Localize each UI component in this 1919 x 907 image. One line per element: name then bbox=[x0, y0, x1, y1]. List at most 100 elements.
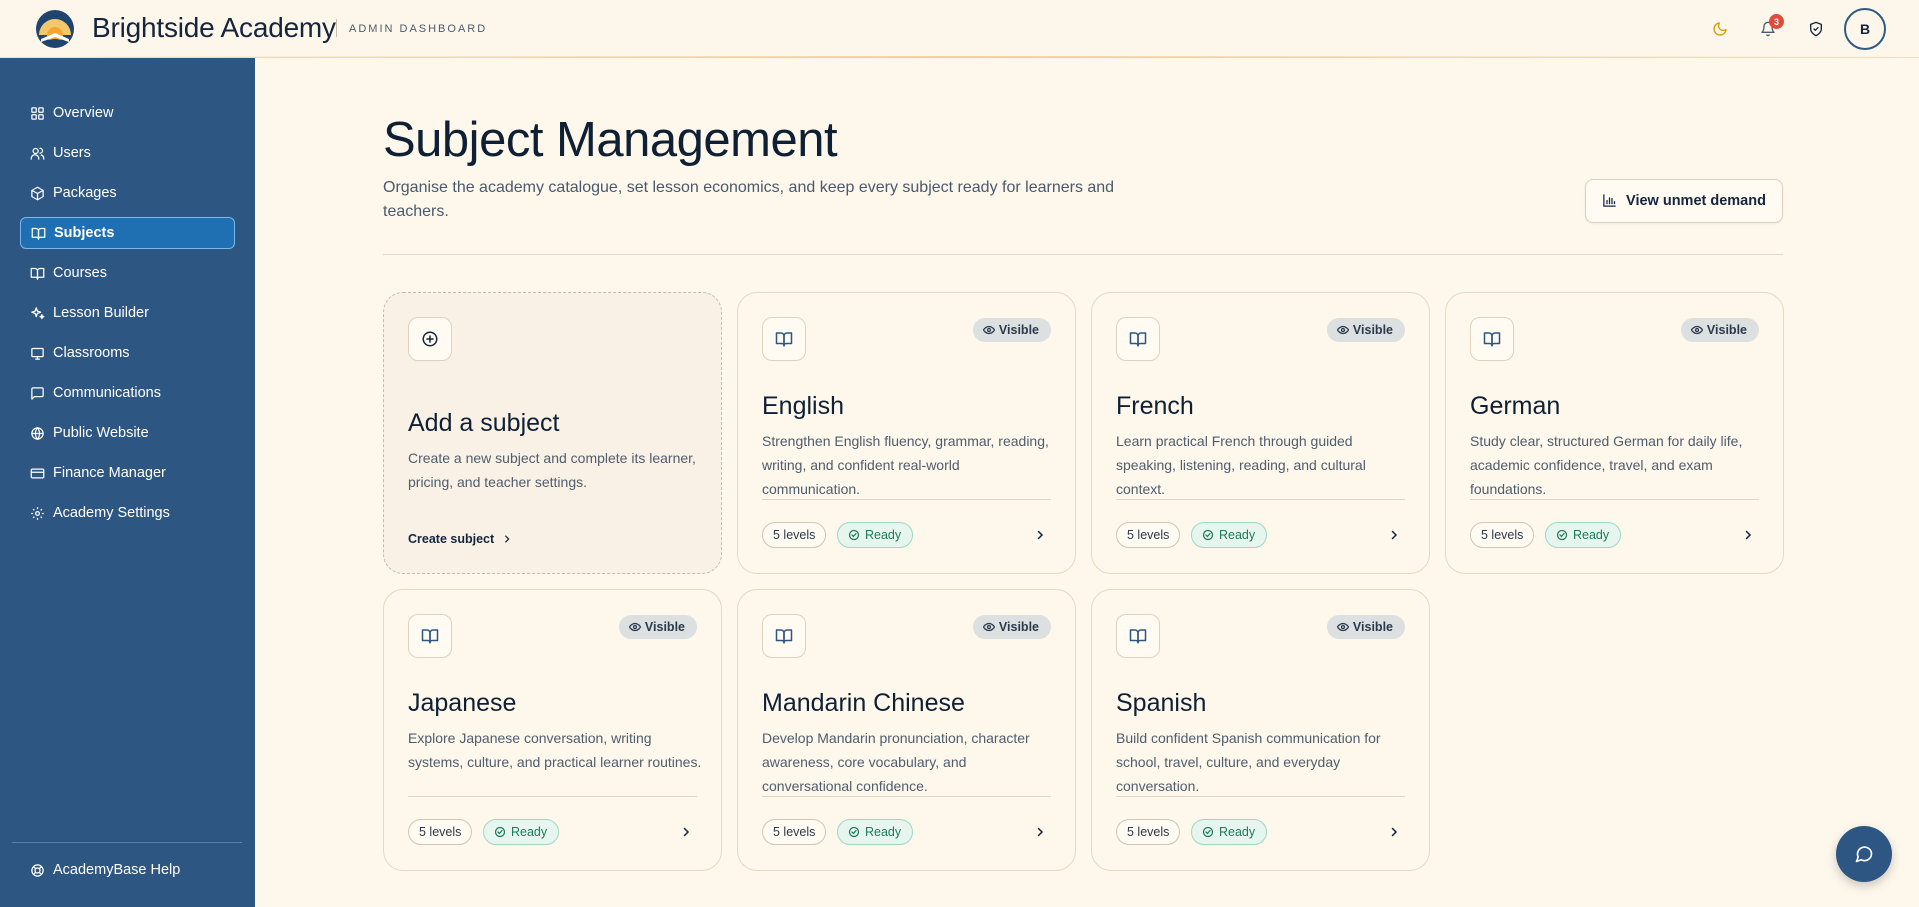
card-divider bbox=[762, 796, 1051, 797]
check-circle-icon bbox=[1556, 529, 1568, 541]
sidebar-item-label: Lesson Builder bbox=[53, 305, 149, 321]
chevron-right-icon[interactable] bbox=[1033, 824, 1047, 840]
brand-name[interactable]: Brightside Academy bbox=[92, 12, 336, 44]
sidebar-item-overview[interactable]: Overview bbox=[20, 97, 235, 129]
sidebar-item-label: Courses bbox=[53, 265, 107, 281]
card-icon bbox=[29, 465, 45, 481]
moon-icon[interactable] bbox=[1709, 18, 1731, 40]
sidebar-item-packages[interactable]: Packages bbox=[20, 177, 235, 209]
sidebar-item-public-website[interactable]: Public Website bbox=[20, 417, 235, 449]
sidebar-item-users[interactable]: Users bbox=[20, 137, 235, 169]
subject-card-spanish[interactable]: Visible Spanish Build confident Spanish … bbox=[1091, 589, 1430, 871]
chevron-right-icon bbox=[502, 534, 512, 544]
add-subject-card[interactable]: Add a subject Create a new subject and c… bbox=[383, 292, 722, 574]
sidebar-item-label: Overview bbox=[53, 105, 114, 121]
check-circle-icon bbox=[848, 826, 860, 838]
eye-icon bbox=[628, 621, 641, 633]
package-icon bbox=[29, 185, 45, 201]
visibility-badge[interactable]: Visible bbox=[1326, 615, 1405, 639]
subject-card-german[interactable]: Visible German Study clear, structured G… bbox=[1445, 292, 1784, 574]
status-label: Ready bbox=[1219, 528, 1256, 542]
chevron-right-icon[interactable] bbox=[679, 824, 693, 840]
view-unmet-demand-label: View unmet demand bbox=[1626, 193, 1766, 209]
bar-chart-icon bbox=[1602, 193, 1618, 209]
visibility-label: Visible bbox=[998, 620, 1039, 634]
status-badge: Ready bbox=[1545, 522, 1622, 548]
add-subject-title: Add a subject bbox=[408, 409, 560, 437]
levels-badge: 5 levels bbox=[1470, 522, 1535, 548]
sidebar-item-communications[interactable]: Communications bbox=[20, 377, 235, 409]
subject-name: French bbox=[1116, 392, 1194, 420]
subject-card-english[interactable]: Visible English Strengthen English fluen… bbox=[737, 292, 1076, 574]
eye-icon bbox=[982, 621, 995, 633]
chevron-right-icon[interactable] bbox=[1741, 527, 1755, 543]
sidebar-item-academy-settings[interactable]: Academy Settings bbox=[20, 497, 235, 529]
status-label: Ready bbox=[1573, 528, 1610, 542]
brand-subtitle: ADMIN DASHBOARD bbox=[349, 23, 488, 35]
gear-icon bbox=[29, 505, 45, 521]
visibility-label: Visible bbox=[1706, 323, 1747, 337]
sidebar-item-classrooms[interactable]: Classrooms bbox=[20, 337, 235, 369]
sidebar-item-label: Subjects bbox=[54, 225, 115, 241]
subject-name: Japanese bbox=[408, 689, 517, 717]
subject-name: Spanish bbox=[1116, 689, 1207, 717]
view-unmet-demand-button[interactable]: View unmet demand bbox=[1585, 179, 1783, 223]
chevron-right-icon[interactable] bbox=[1387, 824, 1401, 840]
subject-description: Explore Japanese conversation, writing s… bbox=[408, 730, 702, 770]
status-badge: Ready bbox=[1191, 819, 1268, 845]
notification-badge: 3 bbox=[1769, 14, 1784, 29]
subject-name: German bbox=[1470, 392, 1561, 420]
sparkle-icon bbox=[29, 305, 45, 321]
help-label: AcademyBase Help bbox=[53, 862, 181, 878]
page-title: Subject Management bbox=[383, 113, 838, 167]
check-circle-icon bbox=[848, 529, 860, 541]
status-label: Ready bbox=[865, 825, 902, 839]
book-icon bbox=[1116, 614, 1160, 658]
shield-icon[interactable] bbox=[1805, 18, 1827, 40]
chevron-right-icon[interactable] bbox=[1387, 527, 1401, 543]
visibility-badge[interactable]: Visible bbox=[972, 318, 1051, 342]
sidebar-item-label: Finance Manager bbox=[53, 465, 166, 481]
content-divider bbox=[383, 254, 1783, 255]
chevron-right-icon[interactable] bbox=[1033, 527, 1047, 543]
chat-bubble-icon bbox=[1855, 846, 1873, 863]
sidebar-item-label: Academy Settings bbox=[53, 505, 170, 521]
levels-badge: 5 levels bbox=[1116, 522, 1181, 548]
sidebar-item-label: Classrooms bbox=[53, 345, 130, 361]
book-icon bbox=[762, 614, 806, 658]
status-badge: Ready bbox=[483, 819, 560, 845]
visibility-label: Visible bbox=[998, 323, 1039, 337]
chat-icon bbox=[29, 385, 45, 401]
visibility-badge[interactable]: Visible bbox=[1680, 318, 1759, 342]
sidebar-item-help[interactable]: AcademyBase Help bbox=[20, 855, 180, 885]
visibility-badge[interactable]: Visible bbox=[1326, 318, 1405, 342]
sidebar-item-courses[interactable]: Courses bbox=[20, 257, 235, 289]
status-badge: Ready bbox=[1191, 522, 1268, 548]
subject-card-mandarin-chinese[interactable]: Visible Mandarin Chinese Develop Mandari… bbox=[737, 589, 1076, 871]
sidebar-item-lesson-builder[interactable]: Lesson Builder bbox=[20, 297, 235, 329]
subject-card-japanese[interactable]: Visible Japanese Explore Japanese conver… bbox=[383, 589, 722, 871]
create-subject-link[interactable]: Create subject bbox=[408, 532, 512, 546]
card-divider bbox=[1470, 499, 1759, 500]
user-avatar[interactable]: B bbox=[1844, 8, 1886, 50]
visibility-badge[interactable]: Visible bbox=[972, 615, 1051, 639]
visibility-badge[interactable]: Visible bbox=[618, 615, 697, 639]
subject-description: Strengthen English fluency, grammar, rea… bbox=[762, 433, 1049, 497]
status-badge: Ready bbox=[837, 819, 914, 845]
levels-badge: 5 levels bbox=[762, 522, 827, 548]
eye-icon bbox=[1336, 324, 1349, 336]
book-icon bbox=[29, 265, 45, 281]
check-circle-icon bbox=[1202, 826, 1214, 838]
book-icon bbox=[1116, 317, 1160, 361]
grid-icon bbox=[29, 105, 45, 121]
bell-icon[interactable]: 3 bbox=[1757, 14, 1784, 40]
sidebar-item-finance-manager[interactable]: Finance Manager bbox=[20, 457, 235, 489]
user-icon bbox=[29, 145, 45, 161]
add-subject-description: Create a new subject and complete its le… bbox=[408, 450, 696, 490]
chat-button[interactable] bbox=[1836, 826, 1892, 882]
subject-description: Learn practical French through guided sp… bbox=[1116, 433, 1366, 497]
subject-card-french[interactable]: Visible French Learn practical French th… bbox=[1091, 292, 1430, 574]
brightside-logo[interactable] bbox=[35, 9, 75, 49]
visibility-label: Visible bbox=[1352, 323, 1393, 337]
sidebar-item-subjects[interactable]: Subjects bbox=[20, 217, 235, 249]
